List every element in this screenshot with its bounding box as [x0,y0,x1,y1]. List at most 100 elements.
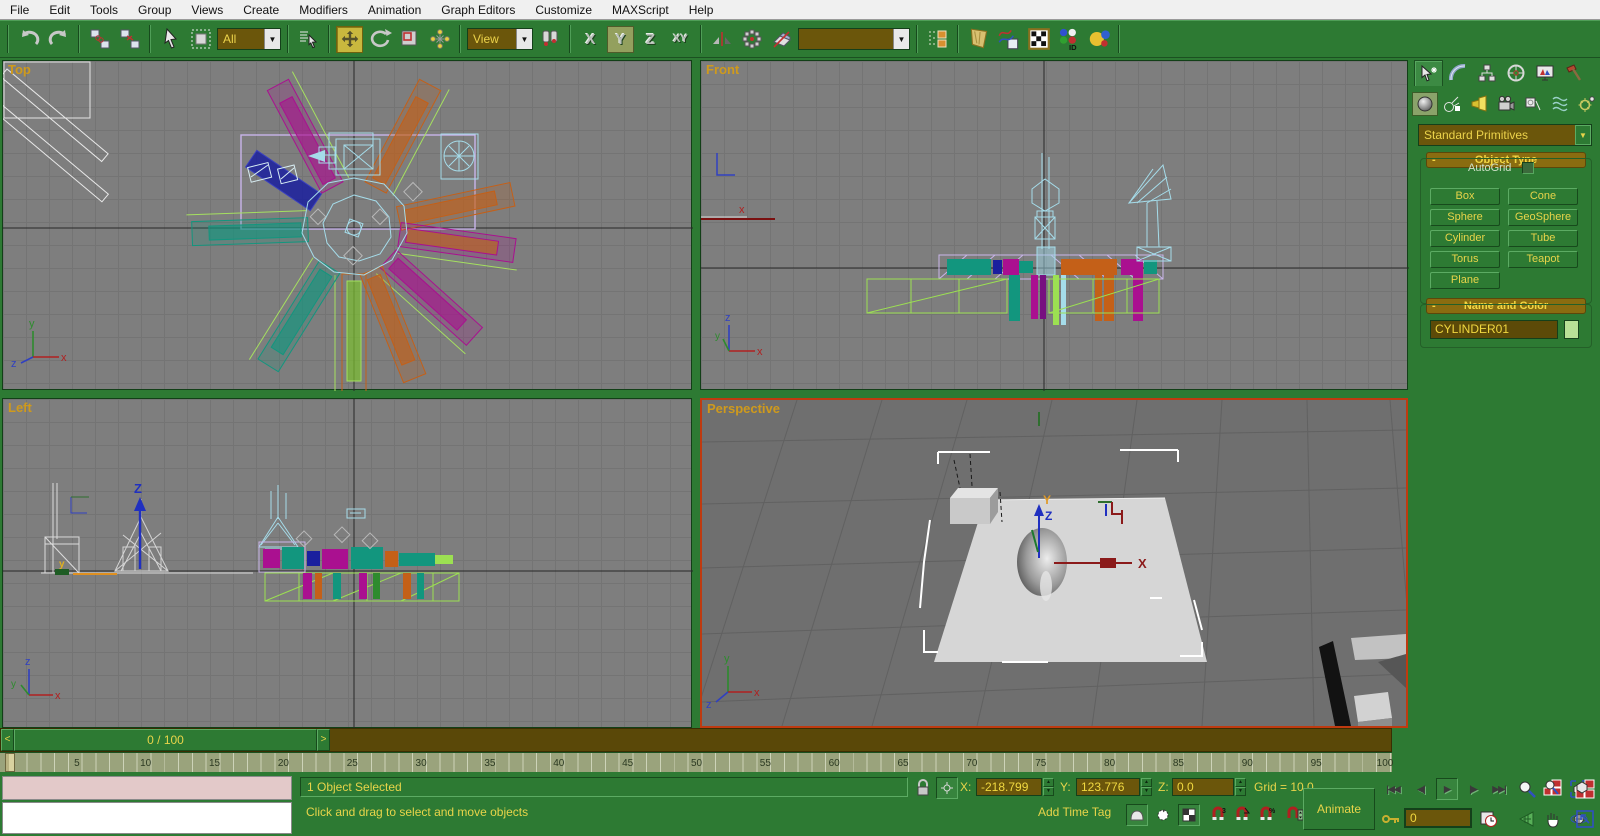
autogrid-checkbox[interactable] [1522,162,1534,174]
primitives-category-arrow[interactable]: ▼ [1575,125,1591,145]
material-editor-button[interactable] [1025,26,1052,53]
menu-item-edit[interactable]: Edit [39,0,80,20]
object-type-cone-button[interactable]: Cone [1508,188,1578,205]
go-to-end-button[interactable]: ▶▶| [1488,778,1510,800]
quick-render-button[interactable] [1085,26,1112,53]
mirror-button[interactable] [708,26,735,53]
object-type-teapot-button[interactable]: Teapot [1508,251,1578,268]
select-and-rotate-button[interactable] [366,26,393,53]
menu-item-help[interactable]: Help [679,0,724,20]
menu-item-customize[interactable]: Customize [525,0,602,20]
tab-utilities[interactable] [1559,60,1588,86]
menu-item-create[interactable]: Create [233,0,289,20]
object-name-field[interactable]: CYLINDER01 [1430,320,1558,339]
category-systems-button[interactable] [1574,92,1600,116]
track-bar[interactable]: 5101520253035404550556065707580859095100 [0,752,1392,772]
restrict-y-button[interactable]: Y [607,26,634,53]
min-max-viewport-toggle-button[interactable] [1574,808,1596,830]
viewport-front[interactable]: Front x [700,60,1408,390]
object-type-sphere-button[interactable]: Sphere [1430,209,1500,226]
time-slider-next-button[interactable]: > [317,729,330,751]
select-and-link-button[interactable] [86,26,113,53]
maxscript-mini-listener[interactable] [2,802,292,834]
reference-coordinate-dropdown[interactable]: View ▼ [467,28,533,50]
category-lights-button[interactable] [1466,92,1492,116]
viewport-top[interactable]: Top [2,60,692,390]
restrict-x-button[interactable]: X [577,26,604,53]
use-pivot-point-center-button[interactable] [536,26,563,53]
undo-button[interactable] [15,26,42,53]
select-object-button[interactable] [157,26,184,53]
time-configuration-button[interactable] [1478,808,1500,830]
snap-toggle-3d-icon[interactable]: 3 [1208,804,1230,826]
animate-button[interactable]: Animate [1303,788,1375,830]
time-slider[interactable]: < 0 / 100 > [0,728,1392,752]
maxscript-mini-listener-macro[interactable] [2,776,292,800]
category-shapes-button[interactable] [1439,92,1465,116]
named-selection-sets-dropdown[interactable]: ▼ [798,28,910,50]
selection-filter-dropdown[interactable]: All ▼ [217,28,281,50]
object-type-cylinder-button[interactable]: Cylinder [1430,230,1500,247]
object-type-plane-button[interactable]: Plane [1430,272,1500,289]
previous-frame-button[interactable]: ◀| [1410,778,1432,800]
y-coord-spinner[interactable]: ▲▼ [1141,778,1152,796]
key-mode-toggle[interactable] [1380,808,1402,830]
redo-button[interactable] [45,26,72,53]
trackbar-frame-marker[interactable] [5,753,15,772]
align-button[interactable] [768,26,795,53]
time-slider-thumb[interactable]: 0 / 100 [14,729,317,751]
tab-modify[interactable] [1443,60,1472,86]
viewport-perspective[interactable]: Perspective Y Z X [700,398,1408,728]
menu-item-group[interactable]: Group [128,0,181,20]
time-slider-prev-button[interactable]: < [1,729,14,751]
degradation-override-icon[interactable] [1126,804,1148,826]
zoom-extents-all-button[interactable] [1574,778,1596,800]
select-and-scale-button[interactable] [396,26,423,53]
restrict-xy-plane-button[interactable]: XY [667,26,694,53]
selection-filter-arrow[interactable]: ▼ [264,29,280,49]
object-type-box-button[interactable]: Box [1430,188,1500,205]
menu-item-file[interactable]: File [0,0,39,20]
play-animation-button[interactable]: ▶ [1436,778,1458,800]
x-coord-spinner[interactable]: ▲▼ [1043,778,1054,796]
percent-snap-toggle-icon[interactable]: % [1256,804,1278,826]
array-button[interactable] [738,26,765,53]
primitives-category-dropdown[interactable]: Standard Primitives ▼ [1418,124,1592,146]
menu-item-maxscript[interactable]: MAXScript [602,0,679,20]
pan-view-button[interactable] [1542,808,1564,830]
menu-item-tools[interactable]: Tools [80,0,128,20]
render-scene-button[interactable]: ID [1055,26,1082,53]
object-color-swatch[interactable] [1564,320,1579,339]
rectangular-selection-region-button[interactable] [187,26,214,53]
object-type-tube-button[interactable]: Tube [1508,230,1578,247]
tab-create[interactable] [1414,60,1443,86]
category-geometry-button[interactable] [1412,92,1438,116]
checker-toggle-icon[interactable] [1178,804,1200,826]
unlink-selection-button[interactable] [116,26,143,53]
track-view-button[interactable] [965,26,992,53]
add-time-tag[interactable]: Add Time Tag [1038,805,1111,819]
select-and-move-button[interactable] [336,26,363,53]
x-coord-field[interactable]: -218.799 [976,778,1042,796]
menu-item-graph-editors[interactable]: Graph Editors [431,0,525,20]
z-coord-field[interactable]: 0.0 [1172,778,1234,796]
tab-hierarchy[interactable] [1472,60,1501,86]
tab-motion[interactable] [1501,60,1530,86]
menu-item-animation[interactable]: Animation [358,0,431,20]
zoom-all-button[interactable] [1542,778,1564,800]
z-coord-spinner[interactable]: ▲▼ [1235,778,1246,796]
dotted-region-icon[interactable] [1152,804,1174,826]
edit-named-selections-button[interactable] [924,26,951,53]
category-spacewarps-button[interactable] [1547,92,1573,116]
category-helpers-button[interactable] [1520,92,1546,116]
menu-item-modifiers[interactable]: Modifiers [289,0,358,20]
zoom-button[interactable] [1516,778,1538,800]
category-cameras-button[interactable] [1493,92,1519,116]
tab-display[interactable] [1530,60,1559,86]
named-selection-sets-arrow[interactable]: ▼ [893,29,909,49]
menu-item-views[interactable]: Views [181,0,233,20]
selection-lock-icon[interactable] [912,777,934,799]
object-type-torus-button[interactable]: Torus [1430,251,1500,268]
schematic-view-button[interactable] [995,26,1022,53]
viewport-left[interactable]: Left Z y [2,398,692,728]
